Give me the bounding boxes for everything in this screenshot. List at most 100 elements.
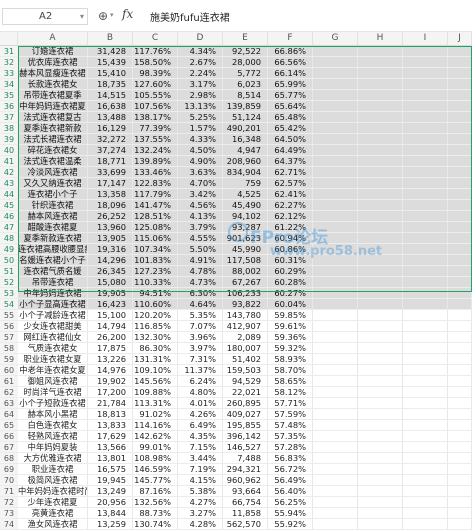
table-row[interactable]: 45 针织连衣裙 18,096 141.47% 4.56% 45,490 62.27% [0, 200, 472, 211]
row-number[interactable]: 59 [0, 354, 18, 364]
cell-d[interactable]: 4.15% [178, 475, 223, 485]
cell-b[interactable]: 16,423 [88, 299, 133, 309]
table-row[interactable]: 60 中老年连衣裙女夏 14,976 109.10% 11.37% 159,503 58.7… [0, 365, 472, 376]
function-icon[interactable]: fx [122, 7, 133, 21]
row-number[interactable]: 66 [0, 431, 18, 441]
cell-keyword[interactable]: 法式连衣裙温柔 [18, 156, 88, 166]
cell-j[interactable] [448, 310, 472, 320]
cell-h[interactable] [358, 431, 403, 441]
cell-e[interactable]: 159,503 [223, 365, 268, 375]
cell-i[interactable] [403, 134, 448, 144]
cell-j[interactable] [448, 145, 472, 155]
cell-h[interactable] [358, 420, 403, 430]
cell-f[interactable]: 62.41% [268, 189, 313, 199]
cell-i[interactable] [403, 310, 448, 320]
cell-d[interactable]: 4.64% [178, 299, 223, 309]
cell-keyword[interactable]: 碎花连衣裙女 [18, 145, 88, 155]
cell-keyword[interactable]: 赫本风小黑裙 [18, 409, 88, 419]
cell-i[interactable] [403, 46, 448, 56]
cell-b[interactable]: 33,699 [88, 167, 133, 177]
cell-keyword[interactable]: 小个子显高连衣裙 [18, 299, 88, 309]
table-row[interactable]: 32 优衣库连衣裙 15,439 158.50% 2.67% 28,000 66.56% [0, 57, 472, 68]
cell-i[interactable] [403, 299, 448, 309]
table-row[interactable]: 68 大方优雅连衣裙 13,801 108.98% 3.44% 7,488 56.83% [0, 453, 472, 464]
cell-g[interactable] [313, 332, 358, 342]
cell-g[interactable] [313, 486, 358, 496]
cell-e[interactable]: 143,780 [223, 310, 268, 320]
cell-b[interactable]: 26,252 [88, 211, 133, 221]
cell-keyword[interactable]: 中年妈妈连衣裙时尚 [18, 486, 88, 496]
cell-j[interactable] [448, 46, 472, 56]
cell-g[interactable] [313, 508, 358, 518]
cell-b[interactable]: 15,439 [88, 57, 133, 67]
cell-keyword[interactable]: 长款连衣裙女 [18, 79, 88, 89]
cell-h[interactable] [358, 233, 403, 243]
cell-g[interactable] [313, 79, 358, 89]
cell-d[interactable]: 4.01% [178, 398, 223, 408]
cell-b[interactable]: 13,249 [88, 486, 133, 496]
cell-i[interactable] [403, 57, 448, 67]
cell-b[interactable]: 19,945 [88, 475, 133, 485]
cell-h[interactable] [358, 156, 403, 166]
cell-c[interactable]: 115.06% [133, 233, 178, 243]
name-box[interactable]: A2 ▾ [2, 8, 88, 25]
cell-j[interactable] [448, 354, 472, 364]
cell-f[interactable]: 56.49% [268, 475, 313, 485]
cell-e[interactable]: 51,124 [223, 112, 268, 122]
cell-keyword[interactable]: 大方优雅连衣裙 [18, 453, 88, 463]
cell-f[interactable]: 62.71% [268, 167, 313, 177]
cell-keyword[interactable]: 又久又纳连衣裙 [18, 178, 88, 188]
row-number[interactable]: 43 [0, 178, 18, 188]
cell-g[interactable] [313, 453, 358, 463]
cell-g[interactable] [313, 101, 358, 111]
cell-d[interactable]: 7.15% [178, 442, 223, 452]
cell-keyword[interactable]: 渔女风连衣裙 [18, 519, 88, 529]
table-row[interactable]: 57 网红连衣裙仙女 26,200 132.30% 3.96% 2,089 59.36% [0, 332, 472, 343]
cell-b[interactable]: 16,575 [88, 464, 133, 474]
cell-d[interactable]: 11.37% [178, 365, 223, 375]
cell-f[interactable]: 64.50% [268, 134, 313, 144]
cell-g[interactable] [313, 398, 358, 408]
cell-g[interactable] [313, 46, 358, 56]
cell-f[interactable]: 59.85% [268, 310, 313, 320]
cell-i[interactable] [403, 409, 448, 419]
cell-g[interactable] [313, 112, 358, 122]
cell-c[interactable]: 109.10% [133, 365, 178, 375]
cell-j[interactable] [448, 299, 472, 309]
cell-e[interactable]: 11,858 [223, 508, 268, 518]
table-row[interactable]: 70 极简风连衣裙 19,945 145.77% 4.15% 960,962 56.49% [0, 475, 472, 486]
row-number[interactable]: 53 [0, 288, 18, 298]
table-row[interactable]: 38 夏季连衣裙新款 16,129 77.39% 1.57% 490,201 65.42% [0, 123, 472, 134]
cell-b[interactable]: 13,844 [88, 508, 133, 518]
row-number[interactable]: 56 [0, 321, 18, 331]
cell-e[interactable]: 180,007 [223, 343, 268, 353]
cell-d[interactable]: 6.49% [178, 420, 223, 430]
table-row[interactable]: 51 连衣裙气质名媛 26,345 127.23% 4.78% 88,002 60.29% [0, 266, 472, 277]
cell-b[interactable]: 16,638 [88, 101, 133, 111]
cell-e[interactable]: 208,960 [223, 156, 268, 166]
table-row[interactable]: 36 中年妈妈连衣裙夏 16,638 107.56% 13.13% 139,859 65.6… [0, 101, 472, 112]
table-row[interactable]: 64 赫本风小黑裙 18,813 91.02% 4.26% 409,027 57.59% [0, 409, 472, 420]
cell-g[interactable] [313, 497, 358, 507]
cell-g[interactable] [313, 57, 358, 67]
row-number[interactable]: 51 [0, 266, 18, 276]
cell-i[interactable] [403, 486, 448, 496]
cell-g[interactable] [313, 519, 358, 529]
table-row[interactable]: 44 连衣裙小个子 13,358 117.79% 3.42% 4,525 62.41% [0, 189, 472, 200]
row-number[interactable]: 72 [0, 497, 18, 507]
cell-f[interactable]: 56.72% [268, 464, 313, 474]
cell-e[interactable]: 45,490 [223, 200, 268, 210]
cell-i[interactable] [403, 387, 448, 397]
cell-h[interactable] [358, 475, 403, 485]
cell-i[interactable] [403, 233, 448, 243]
cell-keyword[interactable]: 醋酸连衣裙夏 [18, 222, 88, 232]
cell-f[interactable]: 59.36% [268, 332, 313, 342]
cell-f[interactable]: 65.77% [268, 90, 313, 100]
cell-f[interactable]: 65.42% [268, 123, 313, 133]
cell-f[interactable]: 56.40% [268, 486, 313, 496]
cell-j[interactable] [448, 409, 472, 419]
cell-b[interactable]: 13,259 [88, 519, 133, 529]
cell-f[interactable]: 65.48% [268, 112, 313, 122]
cell-f[interactable]: 60.27% [268, 288, 313, 298]
column-header-f[interactable]: F [268, 32, 313, 45]
